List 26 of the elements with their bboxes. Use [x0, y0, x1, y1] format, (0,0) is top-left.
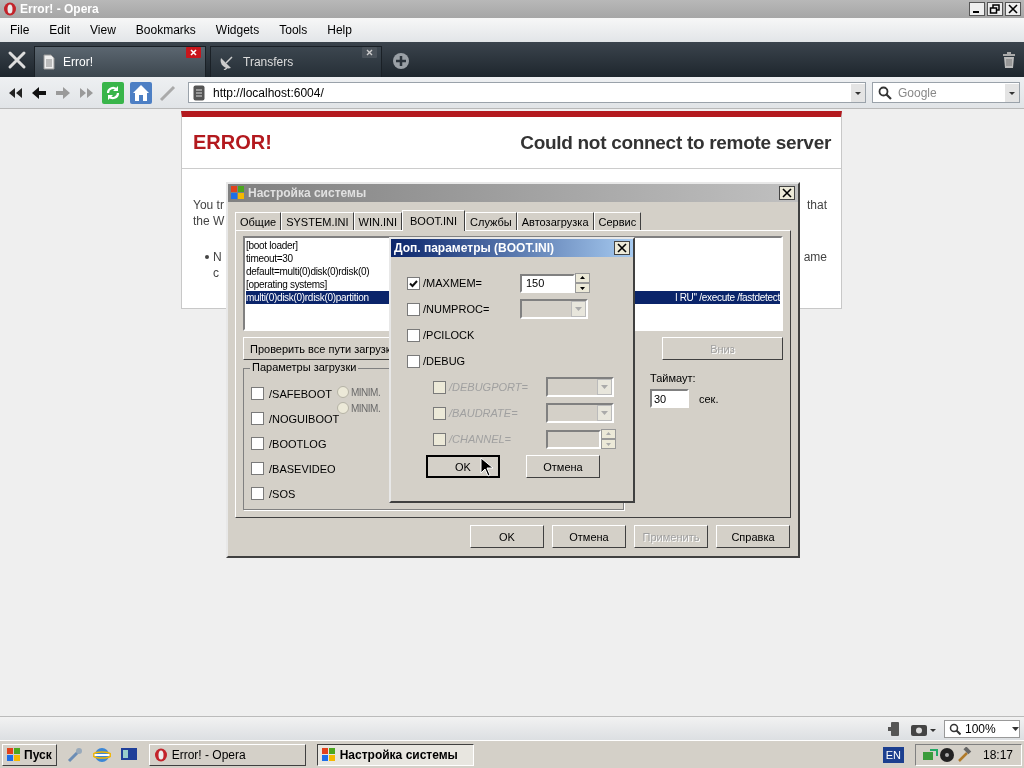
- checkbox-label: /BASEVIDEO: [269, 462, 336, 475]
- clock: 18:17: [982, 747, 1013, 762]
- radio-label: MINIM.: [351, 386, 381, 398]
- paragraph-text: N: [213, 250, 222, 264]
- dialog-title: Настройка системы: [248, 186, 367, 200]
- dialog-title: Доп. параметры (BOOT.INI): [394, 241, 555, 255]
- tab-label: Error!: [63, 55, 93, 69]
- paragraph-text: c: [213, 266, 219, 280]
- window-title: Error! - Opera: [20, 2, 99, 16]
- timeout-label: Таймаут:: [650, 372, 697, 384]
- paragraph-text: ame: [803, 250, 827, 264]
- paragraph-text: the W: [193, 214, 225, 228]
- checkbox-label: /NOGUIBOOT: [269, 412, 340, 425]
- paragraph-text: that: [807, 198, 827, 212]
- group-label: Параметры загрузки: [250, 361, 359, 373]
- paragraph-text: You tr: [193, 198, 224, 212]
- checkbox-label: /BOOTLOG: [269, 437, 327, 450]
- error-heading: ERROR!: [193, 131, 272, 154]
- tab-label: Transfers: [243, 55, 294, 69]
- unit-label: сек.: [699, 392, 719, 405]
- checkbox-label: /MAXMEM=: [423, 277, 483, 289]
- radio-label: MINIM.: [351, 402, 381, 414]
- checkbox-label: /SAFEBOOT: [269, 387, 332, 400]
- checkbox-label: /SOS: [269, 487, 296, 500]
- error-subheading: Could not connect to remote server: [520, 131, 831, 154]
- checkbox-label: /NUMPROC=: [423, 303, 491, 315]
